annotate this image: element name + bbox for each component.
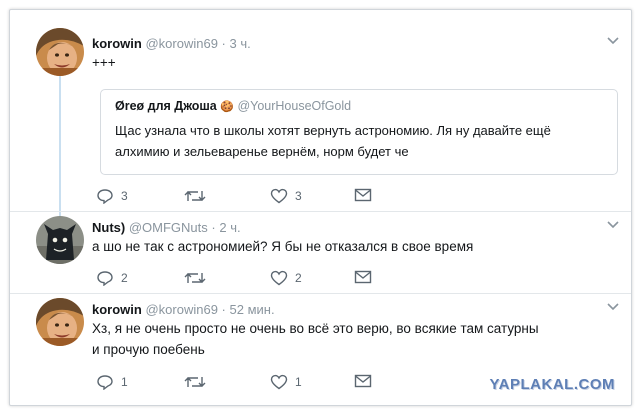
reply-button[interactable]: 1 bbox=[96, 374, 128, 390]
separator-dot: · bbox=[211, 220, 216, 235]
reply-button[interactable]: 3 bbox=[96, 188, 128, 204]
quoted-text-line: Щас узнала что в школы хотят вернуть аст… bbox=[115, 123, 551, 138]
cookie-emoji-icon: 🍪 bbox=[220, 101, 234, 113]
direct-message-button[interactable] bbox=[354, 188, 372, 202]
envelope-icon bbox=[354, 374, 372, 388]
avatar[interactable] bbox=[36, 298, 84, 346]
site-watermark: YAPLAKAL.COM bbox=[489, 376, 615, 393]
like-button[interactable]: 2 bbox=[270, 270, 302, 286]
reply-count: 1 bbox=[121, 375, 128, 389]
like-button[interactable]: 1 bbox=[270, 374, 302, 390]
display-name[interactable]: Nuts) bbox=[92, 220, 125, 235]
retweet-icon bbox=[184, 377, 206, 387]
like-count: 1 bbox=[295, 375, 302, 389]
reply-count: 2 bbox=[121, 271, 128, 285]
direct-message-button[interactable] bbox=[354, 270, 372, 284]
avatar[interactable] bbox=[36, 216, 84, 264]
heart-icon bbox=[270, 374, 288, 390]
user-handle[interactable]: @OMFGNuts bbox=[129, 220, 208, 235]
like-button[interactable]: 3 bbox=[270, 188, 302, 204]
display-name[interactable]: korowin bbox=[92, 36, 142, 51]
quoted-display-name: Øreø для Джоша bbox=[115, 99, 217, 113]
separator-dot: · bbox=[221, 36, 226, 51]
reply-icon bbox=[97, 375, 113, 390]
user-handle[interactable]: @korowin69 bbox=[145, 302, 217, 317]
tweet-text: Хз, я не очень просто не очень во всё эт… bbox=[92, 318, 539, 360]
tweet-text-line: Хз, я не очень просто не очень во всё эт… bbox=[92, 321, 539, 336]
separator-dot: · bbox=[221, 302, 226, 317]
tweet-text: а шо не так с астрономией? Я бы не отказ… bbox=[92, 239, 474, 254]
quoted-text-line: алхимию и зельеваренье вернём, норм буде… bbox=[115, 144, 409, 159]
avatar[interactable] bbox=[36, 28, 84, 76]
chevron-down-icon[interactable] bbox=[607, 220, 619, 232]
retweet-button[interactable] bbox=[184, 188, 206, 204]
chevron-down-icon[interactable] bbox=[607, 302, 619, 314]
chevron-down-icon[interactable] bbox=[607, 36, 619, 48]
retweet-button[interactable] bbox=[184, 374, 206, 390]
reply-count: 3 bbox=[121, 189, 128, 203]
timestamp[interactable]: 3 ч. bbox=[230, 36, 251, 51]
heart-icon bbox=[270, 270, 288, 286]
thread-connector-line bbox=[59, 72, 61, 220]
heart-icon bbox=[270, 188, 288, 204]
retweet-button[interactable] bbox=[184, 270, 206, 286]
tweet-header: Nuts) @OMFGNuts · 2 ч. bbox=[92, 220, 241, 235]
direct-message-button[interactable] bbox=[354, 374, 372, 388]
display-name[interactable]: korowin bbox=[92, 302, 142, 317]
quoted-tweet-header: Øreø для Джоша 🍪 @YourHouseOfGold bbox=[115, 99, 351, 113]
tweet-divider bbox=[10, 211, 631, 212]
like-count: 2 bbox=[295, 271, 302, 285]
reply-icon bbox=[97, 271, 113, 286]
envelope-icon bbox=[354, 270, 372, 284]
timestamp[interactable]: 52 мин. bbox=[230, 302, 275, 317]
quoted-user-handle: @YourHouseOfGold bbox=[237, 99, 352, 113]
tweet-text: +++ bbox=[92, 55, 116, 70]
retweet-icon bbox=[184, 273, 206, 283]
tweet-header: korowin @korowin69 · 3 ч. bbox=[92, 36, 251, 51]
tweet-thread-card: korowin @korowin69 · 3 ч. +++ Øreø для Д… bbox=[9, 9, 632, 406]
reply-button[interactable]: 2 bbox=[96, 270, 128, 286]
tweet-header: korowin @korowin69 · 52 мин. bbox=[92, 302, 275, 317]
retweet-icon bbox=[184, 191, 206, 201]
user-handle[interactable]: @korowin69 bbox=[145, 36, 217, 51]
reply-icon bbox=[97, 189, 113, 204]
quoted-tweet[interactable]: Øreø для Джоша 🍪 @YourHouseOfGold Щас уз… bbox=[100, 89, 618, 175]
quoted-tweet-text: Щас узнала что в школы хотят вернуть аст… bbox=[115, 120, 605, 162]
tweet-text-line: и прочую поебень bbox=[92, 342, 205, 357]
tweet-divider bbox=[10, 293, 631, 294]
envelope-icon bbox=[354, 188, 372, 202]
like-count: 3 bbox=[295, 189, 302, 203]
timestamp[interactable]: 2 ч. bbox=[219, 220, 240, 235]
